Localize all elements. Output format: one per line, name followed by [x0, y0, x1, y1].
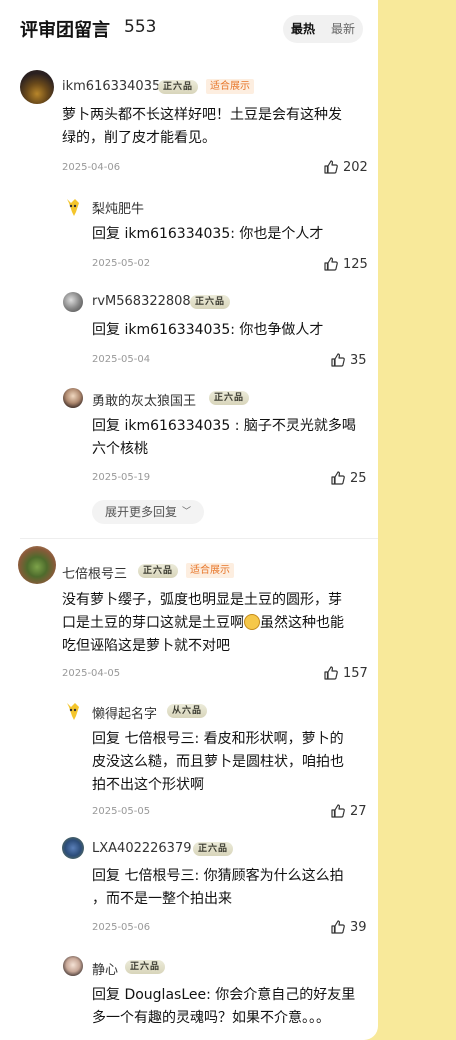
thumbs-up-icon	[331, 471, 345, 485]
like-count: 157	[343, 666, 368, 681]
like-count: 27	[350, 804, 367, 819]
thumbs-up-icon	[331, 920, 345, 934]
reply-date: 2025-05-19	[92, 472, 151, 483]
comment-username[interactable]: ikm616334035	[62, 79, 160, 94]
reply-text-line: 皮没这么糙，而且萝卜是圆柱状，咱拍也	[92, 754, 344, 770]
reply-text: 回复 ikm616334035 : 脑子不灵光就多喝 六个核桃	[92, 415, 356, 461]
cartoon-bird-icon	[67, 199, 79, 216]
comment-date: 2025-04-06	[62, 162, 121, 173]
comment-date: 2025-04-05	[62, 668, 121, 679]
avatar[interactable]	[63, 292, 83, 312]
reply-username[interactable]: 勇敢的灰太狼国王	[92, 390, 196, 409]
like-count: 25	[350, 471, 367, 486]
thumbs-up-icon	[331, 804, 345, 818]
comment-text-segment: 虽然这种也能	[260, 615, 344, 631]
rank-badge: 正六品	[193, 842, 234, 856]
sort-hot-button[interactable]: 最热	[283, 15, 323, 43]
reply-text-line: 回复 七倍根号三: 看皮和形状啊，萝卜的	[92, 731, 344, 747]
chevron-down-icon: ﹀	[182, 507, 192, 517]
comment-count: 553	[124, 17, 157, 37]
reply-text-line: 六个核桃	[92, 441, 148, 457]
reply-text-line: 拍不出这个形状啊	[92, 777, 204, 793]
avatar[interactable]	[18, 546, 56, 584]
reply-text-line: ，而不是一整个拍出来	[92, 891, 232, 907]
comment-text-line: 没有萝卜缨子，弧度也明显是土豆的圆形，芽	[62, 592, 342, 608]
reply-text: 回复 ikm616334035: 你也争做人才	[92, 322, 324, 338]
reply-date: 2025-05-06	[92, 922, 151, 933]
reply-date: 2025-05-02	[92, 258, 151, 269]
avatar[interactable]	[62, 837, 84, 859]
reply-date: 2025-05-05	[92, 806, 151, 817]
thumbs-up-icon	[324, 666, 338, 680]
like-count: 202	[343, 160, 368, 175]
comment-header: 评审团留言 553 最热 最新	[0, 0, 378, 56]
cartoon-bird-icon	[67, 703, 79, 720]
comment-text: 没有萝卜缨子，弧度也明显是土豆的圆形，芽 口是土豆的芽口这就是土豆啊 虽然这种也能…	[62, 589, 344, 658]
comment-text-line: 萝卜两头都不长这样好吧！土豆是会有这种发	[62, 107, 342, 123]
rank-badge: 正六品	[138, 564, 179, 578]
reply-username[interactable]: rvM568322808	[92, 294, 191, 309]
comment-text-line: 绿的，削了皮才能看见。	[62, 130, 216, 146]
reply-username[interactable]: 梨炖肥牛	[92, 198, 144, 217]
featured-tag: 适合展示	[186, 563, 234, 578]
reply-date: 2025-05-04	[92, 354, 151, 365]
sort-toggle: 最热 最新	[283, 15, 363, 43]
avatar[interactable]	[63, 197, 83, 217]
sweat-smile-emoji	[244, 614, 260, 630]
reply-text: 回复 七倍根号三: 看皮和形状啊，萝卜的 皮没这么糙，而且萝卜是圆柱状，咱拍也 …	[92, 728, 344, 797]
comment-text-line: 口是土豆的芽口这就是土豆啊 虽然这种也能	[62, 612, 344, 635]
reply-text-line: 回复 七倍根号三: 你猜顾客为什么这么拍	[92, 868, 344, 884]
comment-panel: 评审团留言 553 最热 最新 ikm616334035 正六品 适合展示 萝卜…	[0, 0, 378, 1040]
thumbs-up-icon	[324, 257, 338, 271]
like-count: 125	[343, 257, 368, 272]
avatar[interactable]	[63, 956, 83, 976]
comment-text-segment: 口是土豆的芽口这就是土豆啊	[62, 615, 244, 631]
thumbs-up-icon	[331, 353, 345, 367]
reply-text-line: 回复 DouglasLee: 你会介意自己的好友里	[92, 987, 356, 1003]
rank-badge: 正六品	[209, 391, 250, 405]
comment-text-line: 吃但诬陷这是萝卜就不对吧	[62, 638, 230, 654]
rank-badge: 正六品	[125, 960, 166, 974]
expand-replies-button[interactable]: 展开更多回复 ﹀	[92, 500, 204, 524]
comment-text: 萝卜两头都不长这样好吧！土豆是会有这种发 绿的，削了皮才能看见。	[62, 104, 342, 150]
reply-text: 回复 DouglasLee: 你会介意自己的好友里 多一个有趣的灵魂吗？如果不介…	[92, 984, 355, 1030]
like-count: 39	[350, 920, 367, 935]
avatar[interactable]	[20, 70, 54, 104]
thumbs-up-icon	[324, 160, 338, 174]
comment-divider	[20, 538, 378, 539]
rank-badge: 从六品	[167, 704, 208, 718]
comment-username[interactable]: 七倍根号三	[62, 563, 127, 582]
sort-new-button[interactable]: 最新	[323, 15, 363, 43]
reply-text-line: 回复 ikm616334035 : 脑子不灵光就多喝	[92, 418, 356, 434]
reply-text: 回复 ikm616334035: 你也是个人才	[92, 226, 324, 242]
featured-tag: 适合展示	[206, 79, 254, 94]
avatar[interactable]	[63, 388, 83, 408]
expand-replies-label: 展开更多回复	[105, 505, 178, 519]
reply-text-line: 多一个有趣的灵魂吗？如果不介意。。。	[92, 1010, 330, 1026]
reply-username[interactable]: LXA402226379	[92, 841, 191, 856]
rank-badge: 正六品	[158, 80, 199, 94]
reply-username[interactable]: 静心	[92, 959, 118, 978]
reply-text: 回复 七倍根号三: 你猜顾客为什么这么拍 ，而不是一整个拍出来	[92, 865, 344, 911]
avatar[interactable]	[63, 701, 83, 721]
like-count: 35	[350, 353, 367, 368]
reply-username[interactable]: 懒得起名字	[92, 703, 157, 722]
rank-badge: 正六品	[190, 295, 231, 309]
comment-section-title: 评审团留言	[20, 20, 110, 41]
